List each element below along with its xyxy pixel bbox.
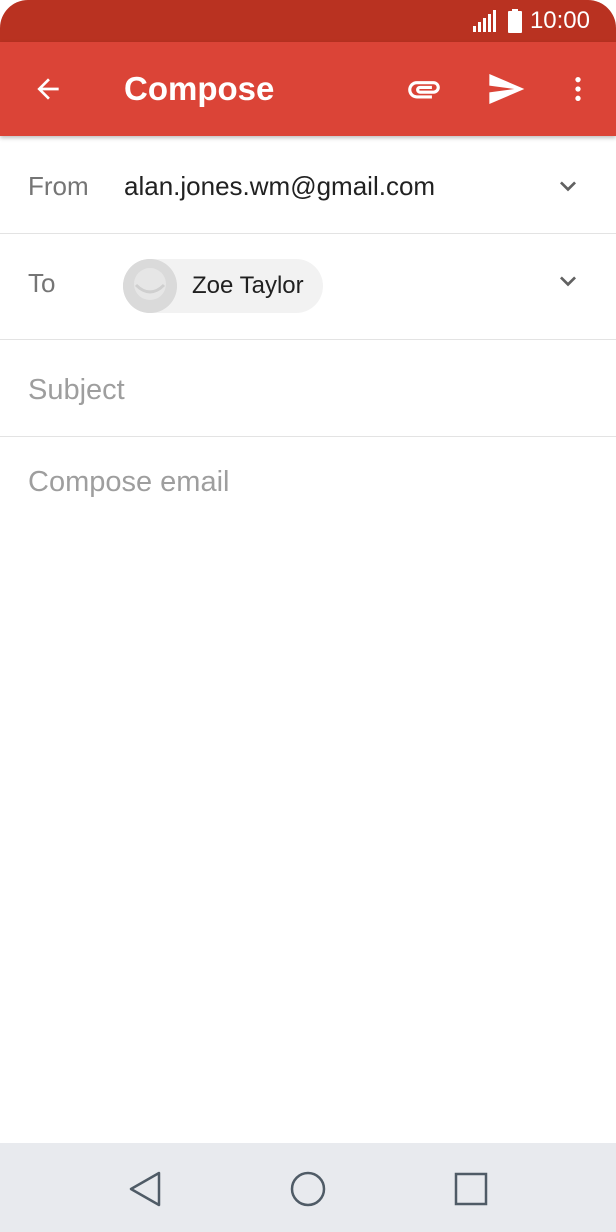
default-avatar-icon: [123, 259, 177, 313]
attach-button[interactable]: [392, 42, 456, 136]
from-address[interactable]: alan.jones.wm@gmail.com: [124, 171, 435, 202]
more-vert-icon: [575, 77, 581, 101]
send-button[interactable]: [474, 42, 538, 136]
recipient-name: Zoe Taylor: [192, 272, 304, 299]
avatar: [123, 259, 177, 313]
subject-input[interactable]: [28, 372, 588, 408]
signal-icon: [472, 10, 496, 32]
compose-body-input[interactable]: [28, 466, 588, 1086]
page-title: Compose: [124, 70, 275, 107]
battery-icon: [507, 9, 522, 33]
recipient-chip[interactable]: Zoe Taylor: [123, 259, 323, 313]
send-icon: [489, 74, 525, 104]
nav-recents-button[interactable]: [443, 1161, 499, 1217]
status-bar: 10:00: [0, 0, 616, 42]
to-row[interactable]: To Zoe Taylor: [0, 234, 616, 340]
nav-home-button[interactable]: [280, 1161, 336, 1217]
more-options-button[interactable]: [546, 42, 610, 136]
from-label: From: [28, 171, 89, 201]
nav-back-button[interactable]: [117, 1161, 173, 1217]
nav-home-icon: [290, 1171, 326, 1207]
back-arrow-icon: [37, 78, 59, 100]
nav-recents-icon: [454, 1172, 488, 1206]
to-label: To: [28, 268, 56, 298]
attachment-icon: [408, 81, 440, 99]
app-bar: Compose: [0, 42, 616, 136]
chevron-down-icon[interactable]: [552, 265, 584, 297]
subject-row[interactable]: [0, 340, 616, 437]
navigation-bar: [0, 1143, 616, 1232]
status-time: 10:00: [529, 7, 590, 34]
back-button[interactable]: [16, 42, 80, 136]
chevron-down-icon[interactable]: [552, 170, 584, 202]
from-row[interactable]: From alan.jones.wm@gmail.com: [0, 137, 616, 234]
nav-back-icon: [129, 1171, 161, 1207]
